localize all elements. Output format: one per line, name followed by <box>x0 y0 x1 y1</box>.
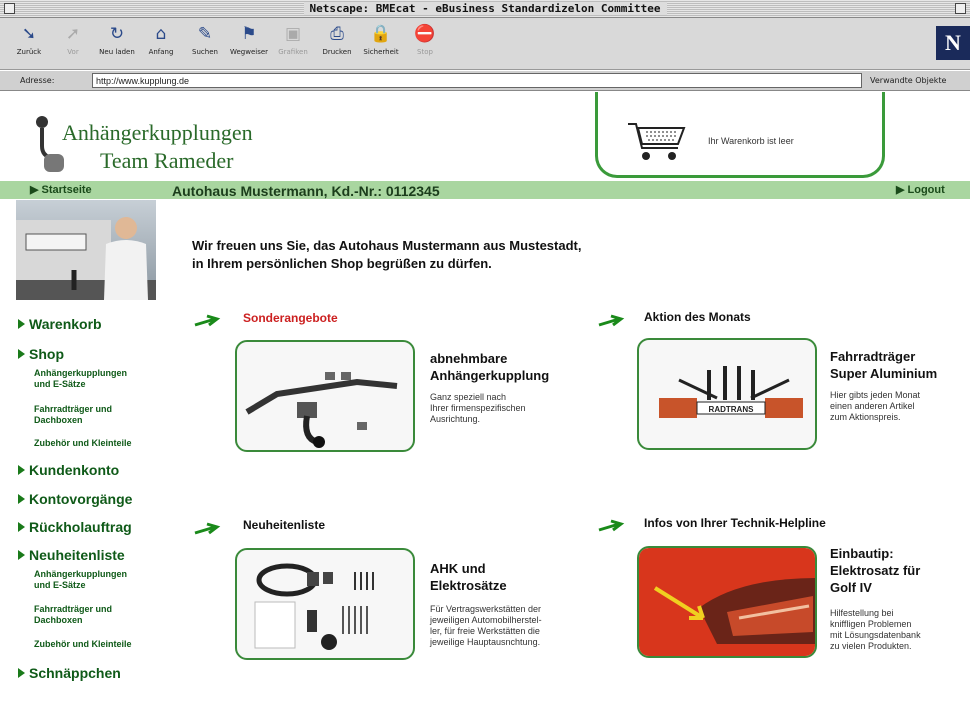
helpline-description: Hilfestellung bei kniffligen Problemen m… <box>830 608 921 651</box>
stop-button[interactable]: ⛔ Stop <box>402 22 448 56</box>
sidebar-item-transactions[interactable]: Kontovorgänge <box>18 491 132 507</box>
stop-icon: ⛔ <box>414 24 436 44</box>
sidebar-item-news[interactable]: Neuheitenliste <box>18 547 125 563</box>
forward-arrow-icon: ➚ <box>65 24 81 44</box>
search-button[interactable]: ✎ Suchen <box>182 22 228 56</box>
address-bar: Adresse: http://www.kupplung.de Verwandt… <box>0 71 970 91</box>
url-field[interactable]: http://www.kupplung.de <box>92 73 862 88</box>
action-title[interactable]: Fahrradträger Super Aluminium <box>830 348 937 382</box>
sidebar-item-cart[interactable]: Warenkorb <box>18 316 102 332</box>
sidebar-subitem-accessories[interactable]: Zubehör und Kleinteile <box>34 438 132 449</box>
sidebar-subitem-bikeracks[interactable]: Fahrradträger und Dachboxen <box>34 404 112 426</box>
logo-line2: Team Rameder <box>100 148 234 173</box>
action-description: Hier gibts jeden Monat einen anderen Art… <box>830 390 921 422</box>
sidebar-item-returns[interactable]: Rückholauftrag <box>18 519 132 535</box>
green-arrow-icon <box>194 314 221 327</box>
shopping-cart-box[interactable]: Ihr Warenkorb ist leer <box>595 92 885 178</box>
home-icon: ⌂ <box>155 24 167 44</box>
back-button[interactable]: ➘ Zurück <box>6 22 52 56</box>
sidebar-subitem-news-bikeracks[interactable]: Fahrradträger und Dachboxen <box>34 604 112 626</box>
green-arrow-icon <box>598 314 625 327</box>
action-product-image[interactable]: RADTRANS <box>637 338 817 450</box>
zoom-box-icon[interactable] <box>955 3 966 14</box>
images-icon: ▣ <box>284 24 302 44</box>
guide-button[interactable]: ⚑ Wegweiser <box>226 22 272 56</box>
images-button[interactable]: ▣ Grafiken <box>270 22 316 56</box>
welcome-message: Wir freuen uns Sie, das Autohaus Musterm… <box>192 238 582 271</box>
specials-description: Ganz speziell nach Ihrer firmenspezifisc… <box>430 392 526 424</box>
sidebar-item-shop[interactable]: Shop <box>18 346 64 362</box>
cart-status: Ihr Warenkorb ist leer <box>708 136 794 146</box>
helpline-title[interactable]: Einbautip: Elektrosatz für Golf IV <box>830 545 920 596</box>
guide-icon: ⚑ <box>241 24 257 44</box>
mechanic-photo <box>16 200 156 300</box>
netscape-logo: N <box>936 26 970 60</box>
window-title-bar[interactable]: Netscape: BMEcat - eBusiness Standardize… <box>0 0 970 18</box>
action-heading[interactable]: Aktion des Monats <box>644 310 751 324</box>
home-button[interactable]: ⌂ Anfang <box>138 22 184 56</box>
lock-icon: 🔒 <box>370 24 392 44</box>
sidebar-item-account[interactable]: Kundenkonto <box>18 462 119 478</box>
news-title[interactable]: AHK und Elektrosätze <box>430 560 507 594</box>
search-icon: ✎ <box>197 24 213 44</box>
address-label: Adresse: <box>20 76 55 85</box>
specials-heading[interactable]: Sonderangebote <box>243 311 338 325</box>
forward-button[interactable]: ➚ Vor <box>50 22 96 56</box>
top-nav-bar <box>0 181 970 199</box>
specials-title[interactable]: abnehmbare Anhängerkupplung <box>430 350 549 384</box>
sidebar-subitem-couplings[interactable]: Anhängerkupplungen und E-Sätze <box>34 368 127 390</box>
logout-link[interactable]: ▶ Logout <box>896 183 945 196</box>
shopping-cart-icon <box>628 123 686 160</box>
printer-icon: ⎙ <box>330 24 344 44</box>
navigation-toolbar: ➘ Zurück ➚ Vor ↻ Neu laden ⌂ Anfang ✎ Suchen … <box>0 18 970 70</box>
news-heading[interactable]: Neuheitenliste <box>243 518 325 532</box>
green-arrow-icon <box>194 522 221 535</box>
sidebar-subitem-news-accessories[interactable]: Zubehör und Kleinteile <box>34 639 132 650</box>
sidebar-item-bargains[interactable]: Schnäppchen <box>18 665 121 681</box>
green-arrow-icon <box>598 519 625 532</box>
sidebar-subitem-news-couplings[interactable]: Anhängerkupplungen und E-Sätze <box>34 569 127 591</box>
helpline-heading[interactable]: Infos von Ihrer Technik-Helpline <box>644 516 826 530</box>
logo-line1: Anhängerkupplungen <box>62 120 253 145</box>
related-objects-button[interactable]: Verwandte Objekte <box>870 76 946 85</box>
reload-icon: ↻ <box>109 24 125 44</box>
customer-info: Autohaus Mustermann, Kd.-Nr.: 0112345 <box>172 183 440 199</box>
window-title: Netscape: BMEcat - eBusiness Standardize… <box>303 2 667 15</box>
reload-button[interactable]: ↻ Neu laden <box>94 22 140 56</box>
security-button[interactable]: 🔒 Sicherheit <box>358 22 404 56</box>
helpline-product-image[interactable] <box>637 546 817 658</box>
action-image-label: RADTRANS <box>709 405 755 414</box>
news-product-image[interactable] <box>235 548 415 660</box>
home-link[interactable]: ▶ Startseite <box>30 183 92 196</box>
back-arrow-icon: ➘ <box>21 24 37 44</box>
specials-product-image[interactable] <box>235 340 415 452</box>
news-description: Für Vertragswerkstätten der jeweiligen A… <box>430 604 542 647</box>
print-button[interactable]: ⎙ Drucken <box>314 22 360 56</box>
